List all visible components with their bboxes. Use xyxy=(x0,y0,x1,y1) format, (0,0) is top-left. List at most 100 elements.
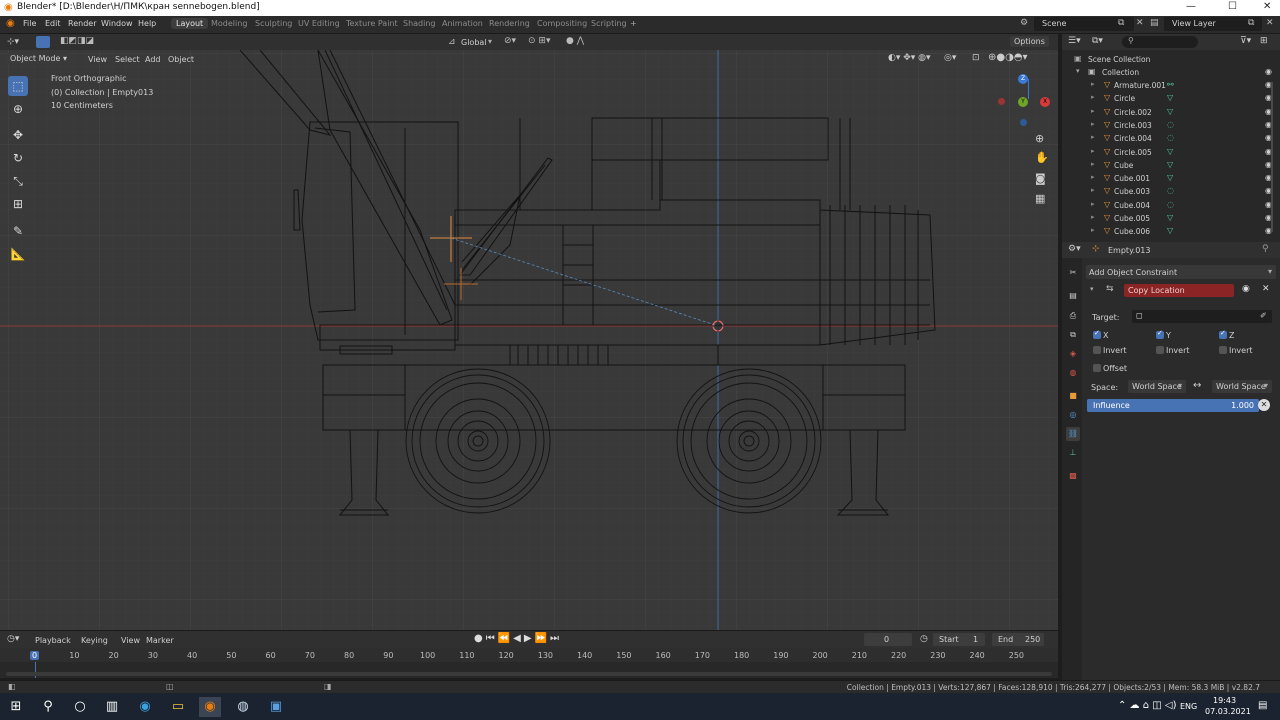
add-constraint-dropdown[interactable]: Add Object Constraint ▾ xyxy=(1086,265,1276,279)
gizmo-y[interactable]: Y xyxy=(1018,97,1028,107)
select-mode-icon[interactable] xyxy=(36,36,50,48)
timeline-editor-icon[interactable]: ◷▾ xyxy=(7,634,19,644)
expand-icon[interactable]: ▸ xyxy=(1091,147,1095,155)
offset-checkbox[interactable] xyxy=(1093,364,1101,372)
outliner-item[interactable]: ▸ ▽ Cube.003 ◌ ◉ xyxy=(1062,185,1280,198)
menu-window[interactable]: Window xyxy=(101,19,133,28)
expand-icon[interactable]: ▸ xyxy=(1091,213,1095,221)
move-tool-icon[interactable]: ✥ xyxy=(8,125,28,145)
tab-texture-paint[interactable]: Texture Paint xyxy=(346,19,398,28)
expand-icon[interactable]: ▾ xyxy=(1076,67,1080,75)
tab-layout[interactable]: Layout xyxy=(171,18,209,29)
start-frame-field[interactable]: Start 1 xyxy=(933,633,985,646)
invert-x-checkbox[interactable] xyxy=(1093,346,1101,354)
file-explorer-icon[interactable]: ▭ xyxy=(167,697,189,717)
invert-z-checkbox[interactable] xyxy=(1219,346,1227,354)
object-data-icon[interactable]: ◌ xyxy=(1167,120,1174,129)
data-tab-icon[interactable]: ⊥ xyxy=(1066,446,1080,460)
camera-icon[interactable]: ◙ xyxy=(1035,172,1046,185)
menu-marker[interactable]: Marker xyxy=(146,636,174,645)
blender-menu-icon[interactable]: ◉ xyxy=(6,18,15,29)
clock-icon[interactable]: ◷ xyxy=(920,634,928,644)
outliner-item[interactable]: ▸ ▽ Circle.004 ◌ ◉ xyxy=(1062,132,1280,145)
snap-icon[interactable]: ⊙ ⊞▾ xyxy=(528,36,550,46)
tab-modeling[interactable]: Modeling xyxy=(211,19,247,28)
new-collection-icon[interactable]: ⊞ xyxy=(1260,36,1268,46)
orientation-dropdown[interactable]: Global xyxy=(461,38,487,47)
outliner-item[interactable]: ▸ ▽ Cube.004 ◌ ◉ xyxy=(1062,199,1280,212)
expand-icon[interactable]: ▸ xyxy=(1091,226,1095,234)
menu-timeline-view[interactable]: View xyxy=(121,636,140,645)
menu-select[interactable]: Select xyxy=(115,55,140,64)
view-layer-tab-icon[interactable]: ⧉ xyxy=(1066,328,1080,342)
owner-space-dropdown[interactable]: World Space ▾ xyxy=(1128,380,1186,393)
menu-add[interactable]: Add xyxy=(145,55,161,64)
outliner-item[interactable]: ▸ ▽ Cube.005 ▽ ◉ xyxy=(1062,212,1280,225)
texture-tab-icon[interactable]: ▩ xyxy=(1066,469,1080,483)
object-data-icon[interactable]: ⚯ xyxy=(1167,80,1174,89)
expand-icon[interactable]: ▸ xyxy=(1091,186,1095,194)
expand-icon[interactable]: ▸ xyxy=(1091,120,1095,128)
expand-icon[interactable]: ▸ xyxy=(1091,160,1095,168)
outliner-item[interactable]: ▸ ▽ Circle ▽ ◉ xyxy=(1062,92,1280,105)
xray-icon[interactable]: ⊡ xyxy=(972,53,980,63)
constraints-tab-icon[interactable]: ⛓ xyxy=(1066,427,1080,441)
expand-icon[interactable]: ▸ xyxy=(1091,80,1095,88)
viewport-canvas[interactable] xyxy=(0,50,1058,630)
visibility-icons[interactable]: ◐▾ ✥▾ ◍▾ xyxy=(888,53,931,63)
expand-icon[interactable]: ▸ xyxy=(1091,133,1095,141)
new-view-layer-icon[interactable]: ⧉ xyxy=(1248,18,1254,28)
task-view-icon[interactable]: ▥ xyxy=(101,697,123,717)
axis-y-checkbox[interactable] xyxy=(1156,329,1164,339)
axis-z-checkbox[interactable] xyxy=(1219,329,1227,339)
object-data-icon[interactable]: ▽ xyxy=(1167,213,1173,222)
outliner-item[interactable]: ▸ ▽ Cube.001 ▽ ◉ xyxy=(1062,172,1280,185)
clock-date[interactable]: 07.03.2021 xyxy=(1205,707,1251,716)
menu-view[interactable]: View xyxy=(88,55,107,64)
playback-controls[interactable]: ●⏮⏪◀▶⏩⏭ xyxy=(474,633,562,644)
close-button[interactable]: ✕ xyxy=(1263,1,1271,12)
menu-render[interactable]: Render xyxy=(68,19,96,28)
pan-hand-icon[interactable]: ✋ xyxy=(1035,151,1049,164)
target-field[interactable]: ◻ ✐ xyxy=(1132,310,1272,323)
cortana-icon[interactable]: ○ xyxy=(69,697,91,717)
filter-icon[interactable]: ⊽▾ xyxy=(1240,36,1251,46)
tab-rendering[interactable]: Rendering xyxy=(489,19,530,28)
tab-shading[interactable]: Shading xyxy=(403,19,436,28)
properties-editor-icon[interactable]: ⚙▾ xyxy=(1068,244,1081,254)
world-tab-icon[interactable]: ◍ xyxy=(1066,366,1080,380)
outliner-item[interactable]: ▸ ▽ Circle.002 ▽ ◉ xyxy=(1062,106,1280,119)
menu-object[interactable]: Object xyxy=(168,55,194,64)
select-box-tool-icon[interactable]: ⬚ xyxy=(8,76,28,96)
outliner-scene-collection[interactable]: ▣ Scene Collection xyxy=(1062,53,1280,66)
gizmo-z[interactable]: Z xyxy=(1018,74,1028,84)
display-mode-icon[interactable]: ⧉▾ xyxy=(1092,36,1103,46)
tab-animation[interactable]: Animation xyxy=(442,19,483,28)
selection-mode-icons[interactable]: ◧◩◨◪ xyxy=(60,36,94,46)
render-tab-icon[interactable]: ▤ xyxy=(1066,289,1080,303)
ortho-grid-icon[interactable]: ▦ xyxy=(1035,192,1045,205)
object-data-icon[interactable]: ◌ xyxy=(1167,200,1174,209)
outliner-item[interactable]: ▸ ▽ Cube.006 ▽ ◉ xyxy=(1062,225,1280,238)
object-data-icon[interactable]: ▽ xyxy=(1167,107,1173,116)
tab-compositing[interactable]: Compositing xyxy=(537,19,587,28)
pin-icon[interactable]: ⚲ xyxy=(1262,244,1269,254)
transform-tool-icon[interactable]: ⊞ xyxy=(8,194,28,214)
object-tab-icon[interactable]: ■ xyxy=(1066,389,1080,403)
measure-tool-icon[interactable]: 📐 xyxy=(8,244,28,264)
outliner-item[interactable]: ▸ ▽ Circle.003 ◌ ◉ xyxy=(1062,119,1280,132)
tray-icons[interactable]: ⌃ ☁ ⌂ ◫ ◁) xyxy=(1118,700,1176,711)
expand-icon[interactable]: ▸ xyxy=(1091,107,1095,115)
cursor-tool-icon[interactable]: ⊕ xyxy=(8,99,28,119)
object-data-icon[interactable]: ▽ xyxy=(1167,226,1173,235)
gizmo-neg-z[interactable] xyxy=(1020,119,1027,126)
view-layer-name[interactable]: View Layer xyxy=(1172,19,1216,28)
annotate-tool-icon[interactable]: ✎ xyxy=(8,221,28,241)
blender-taskbar-icon[interactable]: ◉ xyxy=(199,697,221,717)
tab-uv-editing[interactable]: UV Editing xyxy=(298,19,340,28)
outliner-item[interactable]: ▸ ▽ Cube ▽ ◉ xyxy=(1062,159,1280,172)
clock-time[interactable]: 19:43 xyxy=(1213,696,1236,705)
scale-tool-icon[interactable]: ⤡ xyxy=(8,171,28,191)
constraint-delete-icon[interactable]: ✕ xyxy=(1262,284,1270,294)
expand-icon[interactable]: ▸ xyxy=(1091,93,1095,101)
